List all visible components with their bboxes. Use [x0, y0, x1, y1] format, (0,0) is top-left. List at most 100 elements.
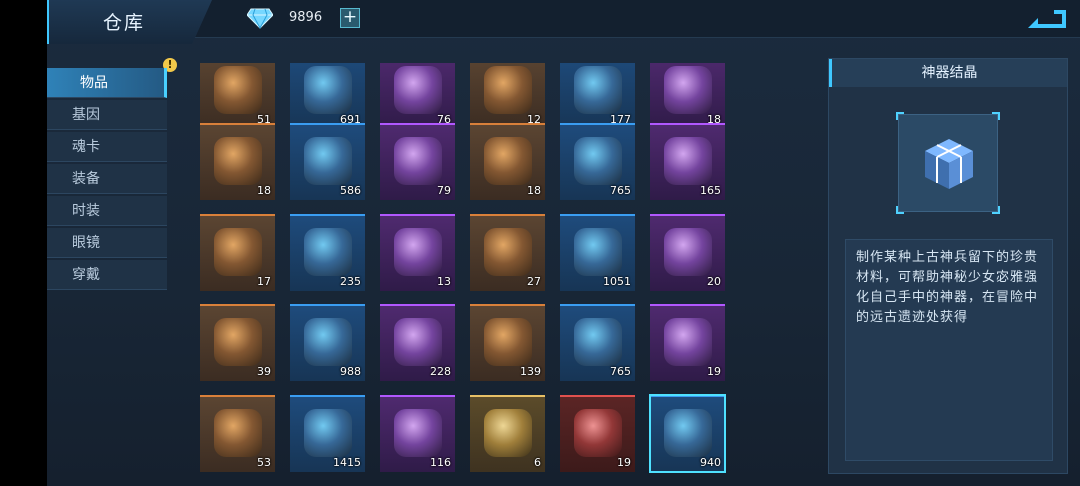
item-art	[394, 409, 442, 457]
item-quantity: 586	[340, 184, 361, 197]
inventory-slot[interactable]: 53	[200, 395, 275, 472]
menu-item[interactable]: 装备	[47, 164, 167, 194]
item-quantity: 13	[437, 275, 451, 288]
item-art	[304, 409, 352, 457]
item-quantity: 988	[340, 365, 361, 378]
item-art	[214, 409, 262, 457]
inventory-slot[interactable]: 13	[380, 214, 455, 291]
item-art	[484, 318, 532, 366]
item-quantity: 53	[257, 456, 271, 469]
inventory-slot[interactable]: 18	[650, 63, 725, 129]
item-quantity: 18	[527, 184, 541, 197]
item-art	[574, 228, 622, 276]
inventory-grid: 51 691 76 12 177 18 18 586 79 18 765 165 17 235 13 27 10…	[200, 63, 735, 486]
inventory-slot[interactable]: 27	[470, 214, 545, 291]
item-art	[304, 318, 352, 366]
item-art	[394, 228, 442, 276]
item-title: 神器结晶	[829, 59, 1067, 87]
item-quantity: 228	[430, 365, 451, 378]
item-quantity: 18	[257, 184, 271, 197]
inventory-slot[interactable]: 76	[380, 63, 455, 129]
menu-item[interactable]: 基因	[47, 100, 167, 130]
add-currency-button[interactable]: +	[340, 8, 360, 28]
item-quantity: 139	[520, 365, 541, 378]
item-art	[304, 66, 352, 114]
item-quantity: 165	[700, 184, 721, 197]
inventory-slot[interactable]: 79	[380, 123, 455, 200]
item-art	[664, 409, 712, 457]
item-quantity: 6	[534, 456, 541, 469]
frame-corner	[896, 112, 904, 120]
item-preview	[896, 112, 1000, 214]
inventory-slot[interactable]: 18	[200, 123, 275, 200]
item-art	[214, 318, 262, 366]
item-art	[214, 66, 262, 114]
menu-item[interactable]: 物品	[47, 68, 167, 98]
diamond-icon	[247, 8, 273, 29]
inventory-slot[interactable]: 139	[470, 304, 545, 381]
item-art	[664, 228, 712, 276]
inventory-slot[interactable]: 228	[380, 304, 455, 381]
inventory-slot[interactable]: 765	[560, 304, 635, 381]
item-quantity: 27	[527, 275, 541, 288]
inventory-slot[interactable]: 116	[380, 395, 455, 472]
inventory-slot[interactable]: 235	[290, 214, 365, 291]
inventory-slot[interactable]: 6	[470, 395, 545, 472]
inventory-slot[interactable]: 691	[290, 63, 365, 129]
item-quantity: 765	[610, 184, 631, 197]
top-bar: 仓库 9896 +	[47, 0, 1080, 44]
item-art	[394, 318, 442, 366]
menu-item[interactable]: 时装	[47, 196, 167, 226]
item-art	[394, 137, 442, 185]
inventory-slot[interactable]: 165	[650, 123, 725, 200]
item-quantity: 1415	[333, 456, 361, 469]
item-art	[304, 228, 352, 276]
item-art	[484, 228, 532, 276]
item-art	[574, 409, 622, 457]
game-screen: 仓库 9896 + ! 物品 基因 魂卡 装备 时装 眼镜 穿戴 51 691 76 12 177 1…	[47, 0, 1080, 486]
inventory-slot[interactable]: 19	[650, 304, 725, 381]
page-title: 仓库	[102, 12, 145, 34]
inventory-slot[interactable]: 177	[560, 63, 635, 129]
item-art	[574, 66, 622, 114]
inventory-slot[interactable]: 1051	[560, 214, 635, 291]
inventory-slot[interactable]: 17	[200, 214, 275, 291]
inventory-slot[interactable]: 1415	[290, 395, 365, 472]
item-quantity: 39	[257, 365, 271, 378]
item-quantity: 1051	[603, 275, 631, 288]
frame-corner	[992, 112, 1000, 120]
back-arrow-icon[interactable]	[1026, 8, 1070, 30]
item-detail-panel: 神器结晶 制作某种上古神兵留下的珍贵材料，可帮助神秘少女宓雅强化自己手中的神器，…	[828, 58, 1068, 474]
inventory-slot[interactable]: 586	[290, 123, 365, 200]
item-art	[484, 137, 532, 185]
inventory-slot[interactable]: 39	[200, 304, 275, 381]
item-art	[484, 66, 532, 114]
item-art	[574, 137, 622, 185]
inventory-slot[interactable]: 940	[649, 394, 726, 473]
item-quantity: 235	[340, 275, 361, 288]
item-art	[664, 318, 712, 366]
item-quantity: 940	[700, 456, 721, 469]
item-quantity: 19	[617, 456, 631, 469]
inventory-slot[interactable]: 51	[200, 63, 275, 129]
menu-item[interactable]: 魂卡	[47, 132, 167, 162]
menu-item[interactable]: 穿戴	[47, 260, 167, 290]
frame-corner	[992, 206, 1000, 214]
item-art	[394, 66, 442, 114]
category-menu: 物品 基因 魂卡 装备 时装 眼镜 穿戴	[47, 68, 167, 292]
item-quantity: 20	[707, 275, 721, 288]
item-art	[664, 66, 712, 114]
frame-corner	[896, 206, 904, 214]
item-art	[484, 409, 532, 457]
item-art	[574, 318, 622, 366]
inventory-slot[interactable]: 18	[470, 123, 545, 200]
inventory-slot[interactable]: 19	[560, 395, 635, 472]
inventory-slot[interactable]: 12	[470, 63, 545, 129]
inventory-slot[interactable]: 20	[650, 214, 725, 291]
item-art	[664, 137, 712, 185]
item-art	[214, 137, 262, 185]
menu-item[interactable]: 眼镜	[47, 228, 167, 258]
inventory-slot[interactable]: 765	[560, 123, 635, 200]
item-quantity: 17	[257, 275, 271, 288]
inventory-slot[interactable]: 988	[290, 304, 365, 381]
